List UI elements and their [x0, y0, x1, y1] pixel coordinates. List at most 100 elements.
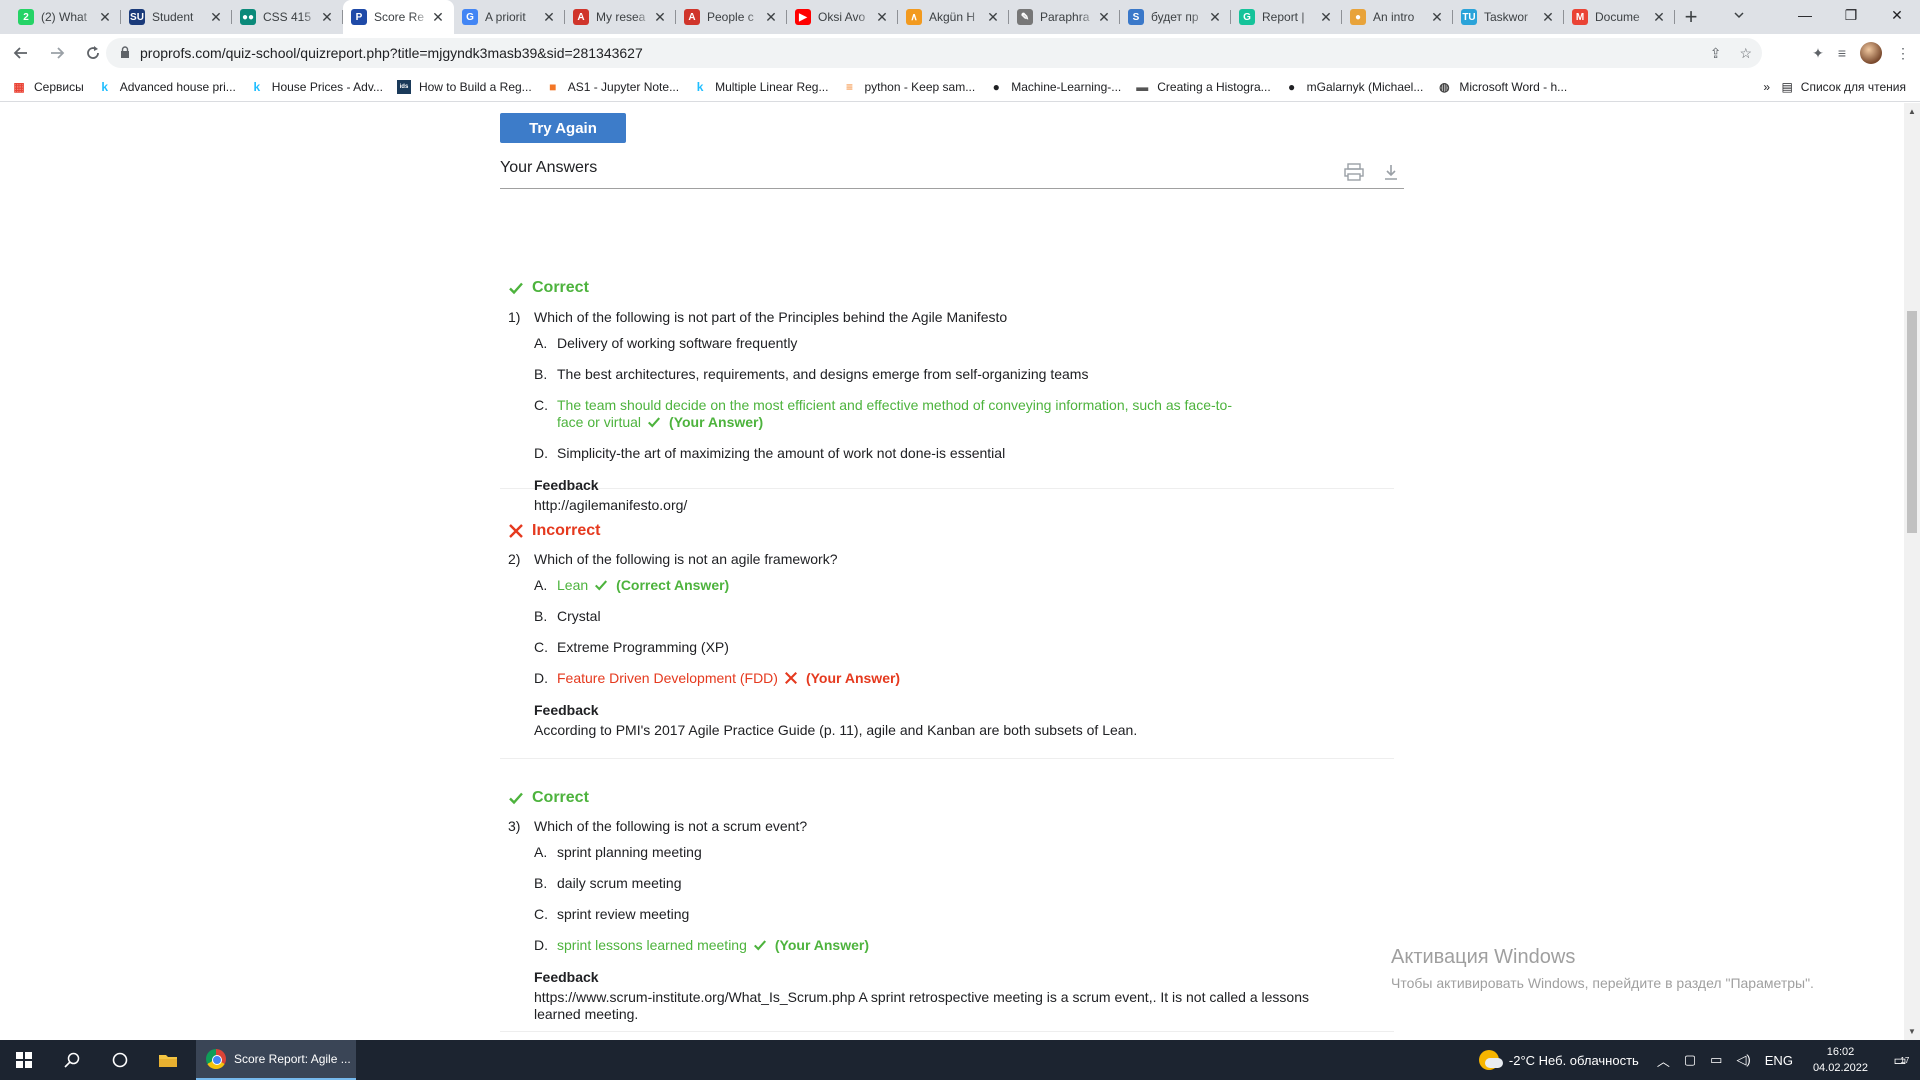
- taskbar-chrome-window[interactable]: Score Report: Agile ...: [196, 1040, 356, 1080]
- option-letter: C.: [534, 397, 548, 413]
- browser-tab[interactable]: G Report | ✕: [1231, 0, 1342, 34]
- extensions-puzzle-icon[interactable]: ✦: [1812, 45, 1824, 62]
- question-body: Which of the following is not an agile f…: [534, 551, 838, 567]
- tab-title: My resea: [596, 10, 646, 24]
- menu-kebab-icon[interactable]: ⋮: [1896, 45, 1910, 62]
- notification-center-button[interactable]: ▭ 17: [1880, 1040, 1920, 1080]
- tab-close-icon[interactable]: ✕: [97, 9, 113, 26]
- browser-tab[interactable]: M Docume ✕: [1564, 0, 1675, 34]
- windows-logo-icon: [16, 1052, 32, 1068]
- start-button[interactable]: [0, 1040, 48, 1080]
- tray-chevron-icon[interactable]: ︿: [1657, 1051, 1670, 1070]
- file-explorer-button[interactable]: [144, 1040, 192, 1080]
- clock[interactable]: 16:02 04.02.2022: [1813, 1044, 1868, 1076]
- tab-close-icon[interactable]: ✕: [985, 9, 1001, 26]
- bookmark-item[interactable]: ◍ Microsoft Word - h...: [1437, 80, 1567, 94]
- search-icon: [64, 1052, 80, 1068]
- option-text: Delivery of working software frequently: [557, 335, 798, 351]
- bookmark-item[interactable]: ids How to Build a Reg...: [396, 79, 532, 94]
- scroll-down-icon[interactable]: ▼: [1908, 1027, 1916, 1036]
- share-icon[interactable]: ⇪: [1710, 45, 1722, 62]
- tab-close-icon[interactable]: ✕: [541, 9, 557, 26]
- tab-close-icon[interactable]: ✕: [430, 9, 446, 26]
- close-window-button[interactable]: ✕: [1874, 0, 1920, 30]
- print-icon[interactable]: [1344, 163, 1364, 181]
- browser-tab[interactable]: ●● CSS 415 ✕: [232, 0, 343, 34]
- tab-close-icon[interactable]: ✕: [763, 9, 779, 26]
- browser-tab[interactable]: ● An intro ✕: [1342, 0, 1453, 34]
- tab-favicon-icon: P: [351, 9, 367, 25]
- new-tab-button[interactable]: +: [1675, 0, 1707, 34]
- tab-close-icon[interactable]: ✕: [1651, 9, 1667, 26]
- tab-close-icon[interactable]: ✕: [1429, 9, 1445, 26]
- meet-now-icon[interactable]: ▢: [1684, 1052, 1696, 1068]
- restore-button[interactable]: ❐: [1828, 0, 1874, 30]
- search-button[interactable]: [48, 1040, 96, 1080]
- media-control-icon[interactable]: ≡: [1838, 45, 1846, 61]
- tab-close-icon[interactable]: ✕: [208, 9, 224, 26]
- bookmark-item[interactable]: ▦ Сервисы: [12, 80, 83, 94]
- volume-icon[interactable]: ◁): [1736, 1052, 1750, 1068]
- tab-title: Akgün H: [929, 10, 976, 24]
- language-indicator[interactable]: ENG: [1765, 1053, 1793, 1068]
- browser-tab[interactable]: ∧ Akgün H ✕: [898, 0, 1009, 34]
- bookmark-label: Machine-Learning-...: [1011, 79, 1122, 94]
- notification-count: 17: [1900, 1055, 1910, 1065]
- minimize-button[interactable]: —: [1782, 0, 1828, 30]
- tab-close-icon[interactable]: ✕: [1540, 9, 1556, 26]
- bookmarks-overflow-button[interactable]: »: [1763, 72, 1770, 102]
- bookmark-label: Advanced house pri...: [119, 79, 236, 94]
- taskbar-chrome-label: Score Report: Agile ...: [234, 1052, 351, 1066]
- option-text: sprint lessons learned meeting: [557, 937, 747, 953]
- bookmark-item[interactable]: ≡ python - Keep sam...: [842, 80, 975, 94]
- profile-avatar[interactable]: [1860, 42, 1882, 64]
- checkmark-icon: [753, 940, 766, 951]
- tab-favicon-icon: S: [1128, 9, 1144, 25]
- forward-button[interactable]: [42, 38, 72, 68]
- tab-close-icon[interactable]: ✕: [1207, 9, 1223, 26]
- question-block: Correct 1) Which of the following is not p…: [500, 265, 1394, 513]
- weather-widget[interactable]: -2°C Неб. облачность: [1478, 1050, 1639, 1070]
- answer-option: B. The best architectures, requirements, …: [534, 366, 1088, 383]
- bookmark-item[interactable]: ▬ Creating a Histogra...: [1135, 80, 1270, 94]
- browser-tab[interactable]: Sбудет пр ✕: [1120, 0, 1231, 34]
- bookmark-item[interactable]: ■ AS1 - Jupyter Note...: [546, 80, 679, 94]
- bookmark-star-icon[interactable]: ☆: [1739, 45, 1752, 62]
- browser-tab[interactable]: ▶ Oksi Avo ✕: [787, 0, 898, 34]
- browser-tab[interactable]: G A priorit ✕: [454, 0, 565, 34]
- scroll-up-icon[interactable]: ▲: [1908, 107, 1916, 116]
- browser-tab[interactable]: A People c ✕: [676, 0, 787, 34]
- bookmark-item[interactable]: ● Machine-Learning-...: [989, 79, 1122, 94]
- option-text: sprint planning meeting: [557, 844, 702, 860]
- back-button[interactable]: [6, 38, 36, 68]
- cortana-button[interactable]: [96, 1040, 144, 1080]
- option-letter: B.: [534, 366, 548, 382]
- address-bar[interactable]: proprofs.com/quiz-school/quizreport.php?…: [106, 38, 1762, 68]
- browser-tab[interactable]: A My resea ✕: [565, 0, 676, 34]
- bookmark-item[interactable]: k Advanced house pri...: [98, 79, 236, 94]
- tab-close-icon[interactable]: ✕: [319, 9, 335, 26]
- page-scrollbar[interactable]: ▲ ▼: [1904, 103, 1920, 1040]
- download-icon[interactable]: [1382, 163, 1400, 181]
- browser-tab[interactable]: ✎ Paraphra ✕: [1009, 0, 1120, 34]
- tab-search-icon[interactable]: [1724, 0, 1754, 30]
- bookmark-item[interactable]: k Multiple Linear Reg...: [693, 80, 829, 94]
- browser-tab[interactable]: P Score Re ✕: [343, 0, 454, 34]
- reading-list-button[interactable]: ▤ Список для чтения: [1781, 72, 1906, 102]
- scrollbar-thumb[interactable]: [1907, 311, 1917, 533]
- tab-close-icon[interactable]: ✕: [1096, 9, 1112, 26]
- bookmark-label: Creating a Histogra...: [1157, 79, 1271, 94]
- tab-close-icon[interactable]: ✕: [1318, 9, 1334, 26]
- bookmark-item[interactable]: ● mGalarnyk (Michael...: [1285, 80, 1423, 94]
- tab-title: Score Re: [374, 10, 425, 24]
- browser-tab[interactable]: TU Taskwor ✕: [1453, 0, 1564, 34]
- tab-close-icon[interactable]: ✕: [652, 9, 668, 26]
- browser-tab[interactable]: SU Student ✕: [121, 0, 232, 34]
- bookmark-item[interactable]: k House Prices - Adv...: [250, 80, 383, 94]
- network-icon[interactable]: ▭: [1710, 1052, 1722, 1068]
- tab-close-icon[interactable]: ✕: [874, 9, 890, 26]
- option-tag: (Your Answer): [805, 670, 901, 686]
- reload-button[interactable]: [78, 38, 108, 68]
- browser-tab[interactable]: 2 (2) What ✕: [10, 0, 121, 34]
- try-again-button[interactable]: Try Again: [500, 113, 626, 143]
